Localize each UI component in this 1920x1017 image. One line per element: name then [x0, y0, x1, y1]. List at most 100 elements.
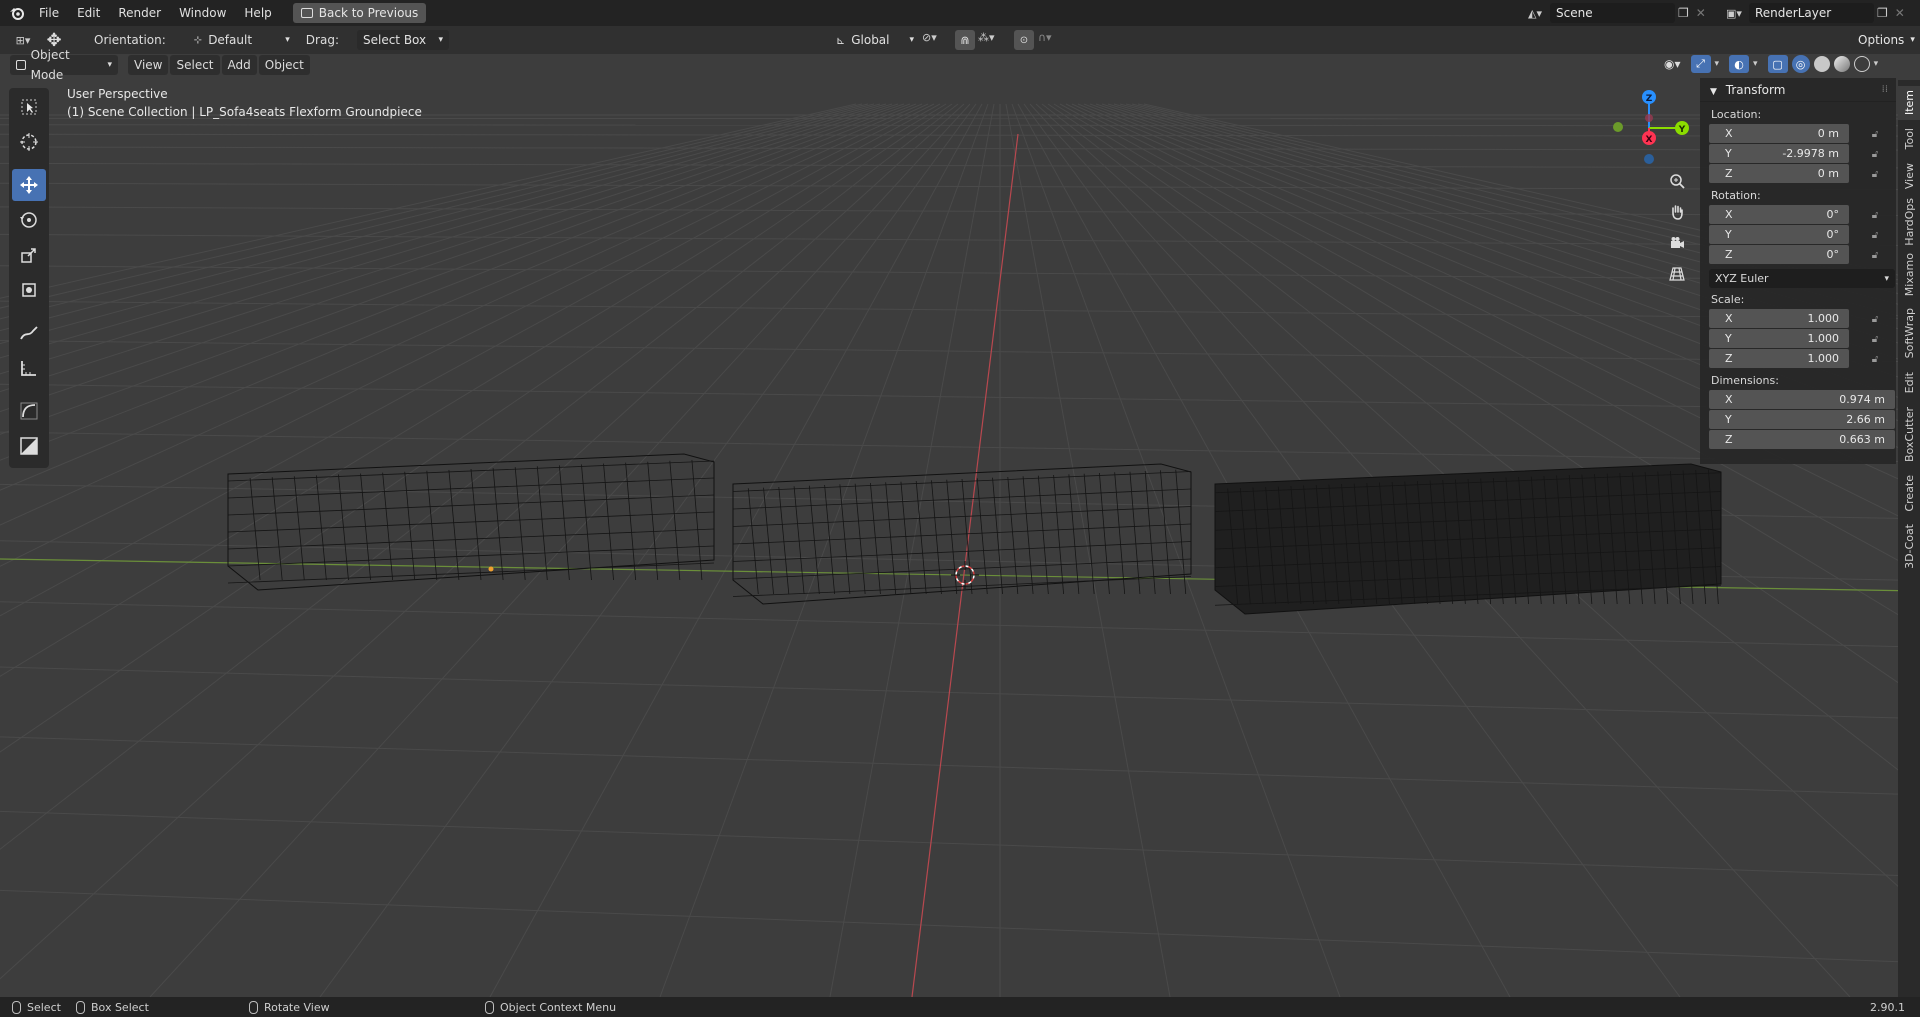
gizmo-toggle-icon[interactable]: ⤢ [1690, 55, 1711, 73]
scale-x-field[interactable]: X 1.000 [1709, 309, 1849, 328]
lock-icon[interactable]: 🔓︎ [1865, 250, 1885, 261]
dimensions-x-field[interactable]: X 0.974 m [1709, 390, 1895, 409]
location-z-field[interactable]: Z 0 m [1709, 164, 1849, 183]
snap-toggle-icon[interactable]: ⋒ [955, 30, 975, 50]
pivot-point-icon[interactable]: ⊘▾ [922, 31, 937, 44]
gizmo-z-label: Z [1646, 94, 1653, 104]
lock-icon[interactable]: 🔓︎ [1865, 210, 1885, 221]
location-y-field[interactable]: Y -2.9978 m [1709, 144, 1849, 163]
select-box-tool-icon[interactable] [12, 91, 46, 123]
lock-icon[interactable]: 🔓︎ [1865, 334, 1885, 345]
add-curve-tool-icon[interactable] [12, 395, 46, 427]
annotate-tool-icon[interactable] [12, 317, 46, 349]
scene-icon[interactable]: ◭▾ [1523, 3, 1547, 23]
camera-view-icon[interactable] [1663, 230, 1691, 256]
dimensions-y-field[interactable]: Y 2.66 m [1709, 410, 1895, 429]
duplicate-renderlayer-icon[interactable]: ❐ [1877, 6, 1888, 20]
overlays-toggle-icon[interactable]: ◐ [1729, 55, 1750, 73]
back-to-previous-button[interactable]: Back to Previous [292, 3, 427, 23]
viewport-menu-view[interactable]: View [128, 55, 169, 75]
mouse-left-icon [12, 1000, 21, 1014]
viewport-menu-select[interactable]: Select [170, 55, 220, 75]
measure-tool-icon[interactable] [12, 352, 46, 384]
tab-edit[interactable]: Edit [1898, 366, 1920, 400]
snap-target-icon[interactable]: ⁂▾ [978, 31, 995, 44]
delete-scene-icon[interactable]: ✕ [1696, 6, 1706, 20]
lock-icon[interactable]: 🔓︎ [1865, 129, 1885, 140]
chevron-down-icon[interactable]: ▾ [1715, 59, 1720, 69]
tab-tool[interactable]: Tool [1898, 122, 1920, 156]
rotation-z-field[interactable]: Z 0° [1709, 245, 1849, 264]
axis-label: X [1725, 208, 1733, 221]
menu-help[interactable]: Help [235, 0, 280, 26]
tab-view[interactable]: View [1898, 158, 1920, 194]
tab-softwrap[interactable]: SoftWrap [1898, 302, 1920, 364]
tab-boxcutter[interactable]: BoxCutter [1898, 402, 1920, 468]
rotation-x-field[interactable]: X 0° [1709, 205, 1849, 224]
location-x-field[interactable]: X 0 m [1709, 124, 1849, 143]
lock-icon[interactable]: 🔓︎ [1865, 149, 1885, 160]
lock-icon[interactable]: 🔓︎ [1865, 354, 1885, 365]
solid-shading-icon[interactable] [1813, 56, 1830, 72]
lock-icon[interactable]: 🔓︎ [1865, 169, 1885, 180]
perspective-toggle-icon[interactable] [1663, 261, 1691, 287]
dimensions-x-row: X 0.974 m [1709, 390, 1896, 410]
menu-window[interactable]: Window [170, 0, 235, 26]
chevron-down-icon[interactable]: ▾ [1753, 59, 1758, 69]
field-value: 1.000 [1807, 312, 1840, 325]
field-value: 0 m [1817, 167, 1839, 180]
chevron-down-icon[interactable]: ▾ [1874, 59, 1879, 69]
zoom-view-icon[interactable] [1663, 168, 1691, 194]
rotation-mode-dropdown[interactable]: XYZ Euler ▾ [1709, 269, 1895, 288]
3d-viewport[interactable] [0, 54, 1920, 997]
xray-toggle-icon[interactable]: ▢ [1767, 55, 1788, 73]
drag-value: Select Box [362, 33, 427, 47]
object-mode-dropdown[interactable]: Object Mode ▾ [10, 48, 118, 82]
wireframe-shading-icon[interactable]: ◎ [1791, 55, 1810, 73]
transform-panel-header[interactable]: ▼ Transform ⁞⁞ [1700, 78, 1896, 102]
delete-renderlayer-icon[interactable]: ✕ [1895, 6, 1905, 20]
tab-create[interactable]: Create [1898, 470, 1920, 516]
orientation-dropdown[interactable]: ⊹ Default ▾ [194, 30, 290, 50]
rotate-tool-icon[interactable] [12, 204, 46, 236]
menu-edit[interactable]: Edit [68, 0, 109, 26]
falloff-icon[interactable]: ∩▾ [1038, 31, 1052, 44]
transform-tool-icon[interactable] [12, 274, 46, 306]
tab-3d-coat[interactable]: 3D-Coat [1898, 518, 1920, 574]
tab-mixamo[interactable]: Mixamo [1898, 250, 1920, 300]
add-cube-tool-icon[interactable] [12, 430, 46, 462]
visibility-icon[interactable]: ◉▾ [1664, 57, 1681, 71]
transform-orientation-dropdown[interactable]: ⊾ Global ▾ [836, 30, 914, 50]
dimensions-z-field[interactable]: Z 0.663 m [1709, 430, 1895, 449]
rendered-shading-icon[interactable] [1853, 56, 1870, 72]
move-tool-icon[interactable] [12, 169, 46, 201]
renderlayer-field[interactable]: RenderLayer [1749, 3, 1874, 23]
scale-z-field[interactable]: Z 1.000 [1709, 349, 1849, 368]
tab-hardops[interactable]: HardOps [1898, 196, 1920, 248]
blender-logo-icon[interactable] [4, 0, 30, 26]
scene-field[interactable]: Scene [1550, 3, 1675, 23]
gizmo-x-label: X [1646, 135, 1653, 145]
drag-dropdown[interactable]: Select Box ▾ [356, 30, 449, 50]
proportional-edit-icon[interactable]: ⊙ [1014, 30, 1034, 50]
duplicate-scene-icon[interactable]: ❐ [1678, 6, 1689, 20]
axis-label: Y [1725, 228, 1732, 241]
navigation-gizmo[interactable]: Z Y X [1602, 84, 1692, 174]
material-shading-icon[interactable] [1833, 56, 1850, 72]
menu-file[interactable]: File [30, 0, 68, 26]
options-button[interactable]: Options ▾ [1850, 30, 1920, 50]
renderlayer-icon[interactable]: ▣▾ [1722, 3, 1746, 23]
field-value: 0.663 m [1839, 433, 1885, 446]
viewport-menu-add[interactable]: Add [221, 55, 257, 75]
cursor-tool-icon[interactable] [12, 126, 46, 158]
tab-item[interactable]: Item [1898, 86, 1920, 120]
scale-y-field[interactable]: Y 1.000 [1709, 329, 1849, 348]
lock-icon[interactable]: 🔓︎ [1865, 230, 1885, 241]
drag-grip-icon[interactable]: ⁞⁞ [1882, 78, 1888, 102]
rotation-y-field[interactable]: Y 0° [1709, 225, 1849, 244]
scale-tool-icon[interactable] [12, 239, 46, 271]
viewport-menu-object[interactable]: Object [258, 55, 310, 75]
pan-view-icon[interactable] [1663, 199, 1691, 225]
menu-render[interactable]: Render [109, 0, 170, 26]
lock-icon[interactable]: 🔓︎ [1865, 314, 1885, 325]
